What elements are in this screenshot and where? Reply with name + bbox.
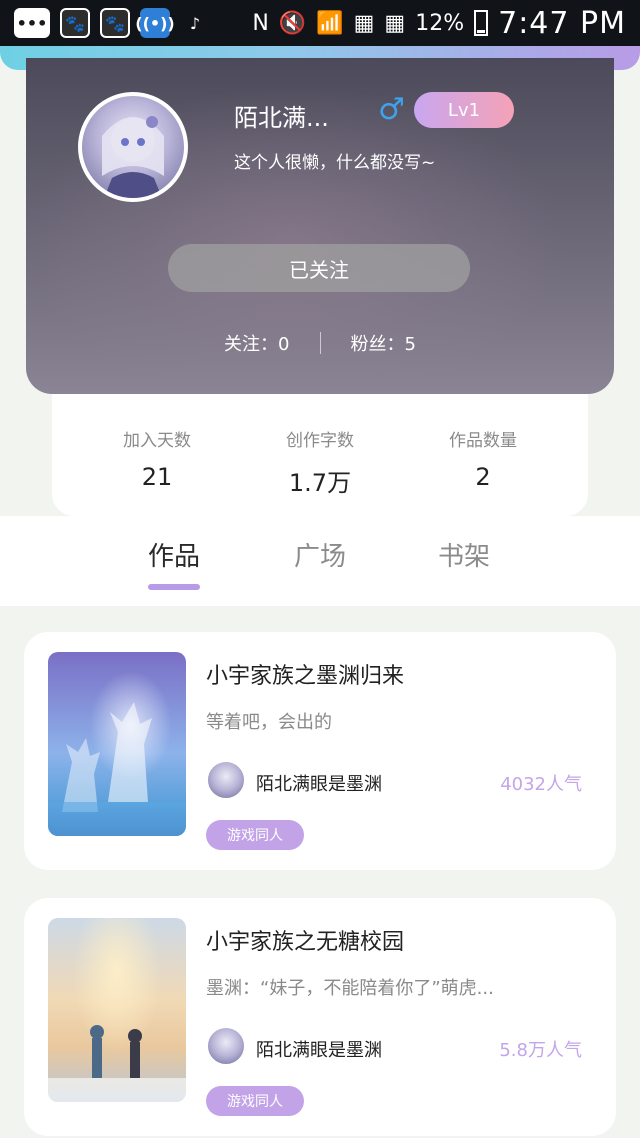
work-card[interactable]: 小宇家族之墨渊归来 等着吧，会出的 陌北满眼是墨渊 4032人气 游戏同人 (24, 632, 616, 870)
tab-label: 广场 (293, 542, 346, 572)
author-avatar[interactable] (206, 1026, 246, 1066)
stat-work-count: 作品数量 2 (428, 426, 538, 516)
wifi-hotspot-icon: ((•)) (135, 8, 175, 38)
avatar-illustration (102, 116, 164, 198)
tab-bar: 作品 广场 书架 (0, 536, 640, 596)
genre-tag[interactable]: 游戏同人 (206, 820, 304, 850)
tab-works[interactable]: 作品 (124, 536, 224, 590)
follow-stats: 关注：0 粉丝：5 (26, 330, 614, 356)
work-cover[interactable] (48, 918, 186, 1102)
stats-card: 加入天数 21 创作字数 1.7万 作品数量 2 (52, 394, 588, 516)
clock: 7:47 PM (498, 5, 626, 41)
tab-bookshelf[interactable]: 书架 (414, 536, 514, 573)
work-cover[interactable] (48, 652, 186, 836)
battery-icon (474, 10, 489, 36)
status-bar-right: N 🔇 📶 ▦ ▦ 12% 7:47 PM (252, 6, 626, 41)
battery-percent: 12% (415, 10, 465, 36)
stat-value: 21 (141, 463, 173, 491)
nfc-icon: N (252, 10, 269, 36)
mute-icon: 🔇 (278, 10, 307, 36)
stat-value: 1.7万 (288, 469, 352, 497)
following-count[interactable]: 关注：0 (224, 330, 289, 356)
stat-value: 2 (475, 463, 491, 491)
level-badge: Lv1 (414, 92, 514, 128)
stat-label: 创作字数 (286, 431, 354, 451)
paw-icon: 🐾 (100, 8, 130, 38)
author-avatar[interactable] (206, 760, 246, 800)
stat-word-count: 创作字数 1.7万 (265, 426, 375, 516)
profile-card: 陌北满... ♂ Lv1 这个人很懒，什么都没写~ 已关注 关注：0 粉丝：5 (26, 58, 614, 394)
male-icon: ♂ (378, 92, 405, 127)
tab-plaza[interactable]: 广场 (270, 536, 370, 573)
author-name[interactable]: 陌北满眼是墨渊 (256, 1036, 382, 1062)
popularity-count: 5.8万人气 (499, 1040, 582, 1061)
sim1-icon: ▦ (353, 10, 375, 36)
paw-icon: 🐾 (60, 8, 90, 38)
bio-text: 这个人很懒，什么都没写~ (234, 153, 436, 173)
more-icon: ••• (14, 8, 50, 38)
tabs-area: 作品 广场 书架 (0, 516, 640, 606)
status-bar-left: ••• 🐾 🐾 ((•)) ♪ (14, 8, 210, 38)
stat-label: 作品数量 (449, 431, 517, 451)
author-name[interactable]: 陌北满眼是墨渊 (256, 770, 382, 796)
wifi-icon: 📶 (316, 10, 344, 36)
cover-illustration (48, 702, 186, 836)
stat-label: 加入天数 (123, 431, 191, 451)
followers-count[interactable]: 粉丝：5 (351, 330, 416, 356)
tab-label: 书架 (437, 542, 490, 572)
popularity-count: 4032人气 (500, 774, 582, 795)
username: 陌北满... (234, 104, 329, 132)
avatar[interactable] (78, 92, 188, 202)
work-description: 等着吧，会出的 (206, 712, 332, 733)
stat-join-days: 加入天数 21 (102, 426, 212, 516)
work-description: 墨渊：“妹子，不能陪着你了”萌虎... (206, 978, 494, 999)
divider (319, 332, 321, 354)
tiktok-icon: ♪ (189, 13, 201, 33)
tab-active-indicator (148, 584, 200, 590)
sim2-icon: ▦ (384, 10, 406, 36)
tab-label: 作品 (147, 542, 200, 572)
work-card[interactable]: 小宇家族之无糖校园 墨渊：“妹子，不能陪着你了”萌虎... 陌北满眼是墨渊 5.… (24, 898, 616, 1136)
status-bar: ••• 🐾 🐾 ((•)) ♪ N 🔇 📶 ▦ ▦ 12% 7:47 PM (0, 0, 640, 46)
work-title[interactable]: 小宇家族之墨渊归来 (206, 658, 404, 690)
follow-button[interactable]: 已关注 (168, 244, 470, 292)
genre-tag[interactable]: 游戏同人 (206, 1086, 304, 1116)
work-title[interactable]: 小宇家族之无糖校园 (206, 924, 404, 956)
cover-illustration (48, 1025, 186, 1102)
